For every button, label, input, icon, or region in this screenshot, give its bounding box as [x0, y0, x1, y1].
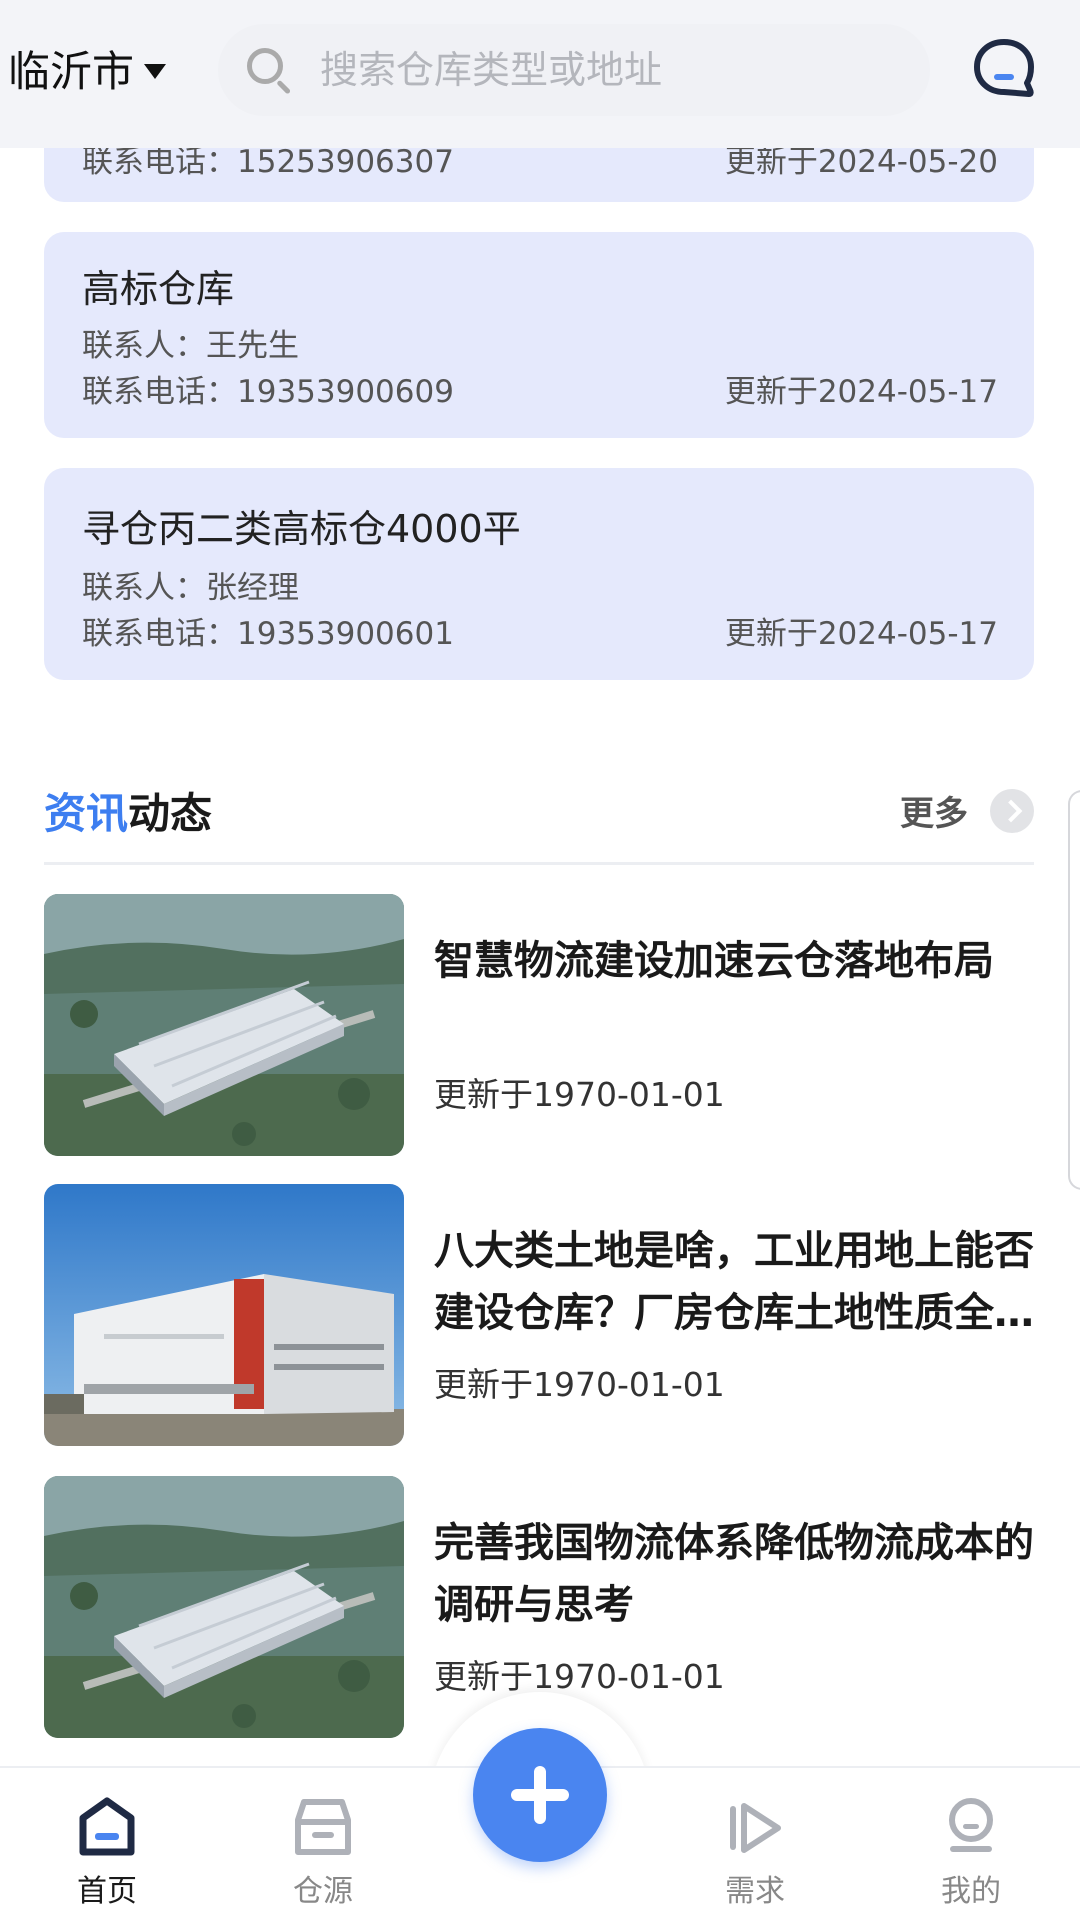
nav-warehouse[interactable]: 仓源	[253, 1796, 393, 1910]
divider	[44, 862, 1034, 865]
news-date: 更新于1970-01-01	[434, 1365, 725, 1404]
add-button[interactable]	[473, 1728, 607, 1862]
caret-down-icon	[144, 63, 167, 79]
message-icon[interactable]	[972, 38, 1036, 100]
warehouse-phone: 联系电话：19353900601	[82, 616, 454, 652]
warehouse-contact: 联系人：张经理	[82, 570, 299, 606]
news-headline: 八大类土地是啥，工业用地上能否建设仓库？厂房仓库土地性质全解析	[434, 1228, 1034, 1336]
demand-icon	[730, 1803, 781, 1853]
more-label: 更多	[900, 794, 968, 834]
news-title-rest: 动态	[128, 789, 213, 838]
search-icon	[244, 45, 294, 95]
news-thumbnail	[44, 894, 404, 1156]
nav-label: 我的	[941, 1874, 1001, 1909]
nav-label: 首页	[77, 1874, 137, 1909]
search-bar[interactable]	[218, 24, 930, 116]
profile-icon	[949, 1798, 993, 1852]
news-headline: 智慧物流建设加速云仓落地布局	[434, 938, 994, 984]
chevron-right-icon	[990, 788, 1034, 833]
side-drawer-handle[interactable]	[1068, 790, 1080, 1190]
top-bar: 临沂市	[0, 0, 1080, 148]
warehouse-card[interactable]: 寻仓丙二类高标仓4000平 联系人：张经理 联系电话：19353900601 更…	[44, 468, 1034, 680]
nav-label: 仓源	[293, 1874, 353, 1909]
warehouse-title: 高标仓库	[82, 267, 235, 311]
nav-demand[interactable]: 需求	[685, 1796, 825, 1910]
news-date: 更新于1970-01-01	[434, 1075, 725, 1114]
warehouse-phone: 联系电话：19353900609	[82, 374, 454, 410]
warehouse-contact: 联系人：王先生	[82, 328, 299, 364]
warehouse-title: 寻仓丙二类高标仓4000平	[82, 507, 521, 551]
news-thumbnail	[44, 1476, 404, 1738]
city-selector[interactable]: 临沂市	[8, 40, 167, 96]
city-name: 临沂市	[8, 46, 135, 96]
nav-label: 需求	[725, 1874, 785, 1909]
news-title-highlight: 资讯	[44, 789, 129, 838]
news-section-header: 资讯动态 更多	[44, 780, 1034, 838]
news-section-title: 资讯动态	[44, 780, 212, 841]
nav-profile[interactable]: 我的	[901, 1796, 1041, 1910]
news-date: 更新于1970-01-01	[434, 1657, 725, 1696]
news-thumbnail	[44, 1184, 404, 1446]
more-button[interactable]: 更多	[900, 786, 1034, 835]
search-input[interactable]	[320, 48, 880, 92]
warehouse-updated: 更新于2024-05-17	[724, 616, 998, 652]
warehouse-card[interactable]: 高标仓库 联系人：王先生 联系电话：19353900609 更新于2024-05…	[44, 232, 1034, 438]
news-item[interactable]: 智慧物流建设加速云仓落地布局 更新于1970-01-01	[44, 894, 1034, 1156]
warehouse-updated: 更新于2024-05-17	[724, 374, 998, 410]
news-item[interactable]: 八大类土地是啥，工业用地上能否建设仓库？厂房仓库土地性质全解析 更新于1970-…	[44, 1184, 1034, 1446]
news-headline: 完善我国物流体系降低物流成本的调研与思考	[434, 1520, 1034, 1628]
nav-home[interactable]: 首页	[37, 1796, 177, 1910]
warehouse-icon	[295, 1799, 351, 1855]
home-icon	[79, 1797, 135, 1856]
